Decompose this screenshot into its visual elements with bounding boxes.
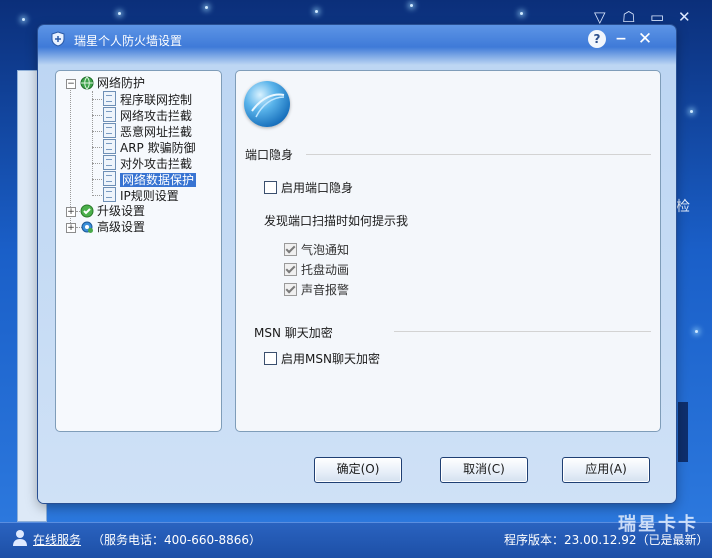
sound-alarm-checkbox[interactable]: 声音报警 [284,281,349,298]
bg-minimize-icon[interactable]: ▭ [650,8,664,26]
section-divider [394,331,651,332]
expand-toggle[interactable]: + [66,207,76,217]
settings-content-panel: 端口隐身 启用端口隐身 发现端口扫描时如何提示我 气泡通知 托盘动画 声音报警 … [235,70,661,432]
msn-encryption-section-title: MSN 聊天加密 [254,326,333,340]
tray-animation-checkbox[interactable]: 托盘动画 [284,261,349,278]
section-divider [306,154,651,155]
tree-item-advanced-settings[interactable]: 高级设置 [80,219,145,235]
bg-right-bar [678,402,688,462]
service-phone: （服务电话：400-660-8866） [92,533,262,547]
network-globe-icon [80,76,94,94]
tree-item-label: 升级设置 [97,204,146,218]
settings-tree: − 网络防护 程序联网控制 网络攻击拦截 恶意网址拦截 ARP 欺骗防御 对外攻… [56,71,221,431]
tree-item-label: 高级设置 [97,220,146,234]
tree-item-arp-defense[interactable]: ARP 欺骗防御 [103,139,196,155]
enable-msn-encryption-checkbox[interactable]: 启用MSN聊天加密 [264,350,380,367]
document-icon [103,123,116,138]
tree-item-label: 对外攻击拦截 [120,157,193,171]
tree-item-malicious-url-block[interactable]: 恶意网址拦截 [103,123,192,139]
tree-item-label: 网络防护 [97,76,146,90]
checkbox-box-checked [284,263,297,276]
close-button[interactable]: ✕ [636,30,654,48]
document-icon [103,187,116,202]
document-icon [103,139,116,154]
enable-port-stealth-checkbox[interactable]: 启用端口隐身 [264,179,353,196]
bg-menu-icon[interactable]: ▽ [594,8,606,26]
user-icon [12,529,28,550]
tree-item-label-selected: 网络数据保护 [120,173,197,187]
collapse-toggle[interactable]: − [66,79,76,89]
tree-item-network-attack-block[interactable]: 网络攻击拦截 [103,107,192,123]
bg-right-partial-text: 检 [676,199,690,215]
checkbox-label: 启用端口隐身 [281,181,354,195]
bg-close-icon[interactable]: ✕ [678,8,691,26]
checkbox-label: 气泡通知 [301,243,350,257]
checkbox-label: 声音报警 [301,283,350,297]
dialog-title: 瑞星个人防火墙设置 [74,34,183,48]
online-service-link[interactable]: 在线服务 [33,531,81,548]
port-stealth-section-title: 端口隐身 [245,148,294,162]
tree-item-program-network-control[interactable]: 程序联网控制 [103,91,192,107]
settings-dialog: 瑞星个人防火墙设置 ? − ✕ − 网络防护 程序联网控制 网络攻击拦截 恶意网… [38,25,676,503]
bg-skin-icon[interactable]: ☖ [622,8,635,26]
checkbox-label: 托盘动画 [301,263,350,277]
status-bar: 在线服务 （服务电话：400-660-8866） 程序版本：23.00.12.9… [0,522,712,558]
tree-item-label: 恶意网址拦截 [120,125,193,139]
help-button[interactable]: ? [588,30,606,48]
firewall-shield-icon [50,31,66,47]
tree-item-upgrade-settings[interactable]: 升级设置 [80,203,145,219]
document-icon [103,155,116,170]
dialog-titlebar[interactable]: 瑞星个人防火墙设置 ? − ✕ [38,25,676,55]
expand-toggle[interactable]: + [66,223,76,233]
gear-icon [80,220,94,238]
checkbox-label: 启用MSN聊天加密 [281,352,380,366]
cancel-button[interactable]: 取消(C) [440,457,528,483]
document-icon [103,107,116,122]
globe-icon [244,81,290,127]
settings-tree-panel: − 网络防护 程序联网控制 网络攻击拦截 恶意网址拦截 ARP 欺骗防御 对外攻… [55,70,222,432]
tree-item-network-protection[interactable]: 网络防护 [80,75,145,91]
tree-item-label: 程序联网控制 [120,93,193,107]
document-icon [103,91,116,106]
tree-item-label: ARP 欺骗防御 [120,141,196,155]
tree-item-outbound-attack-block[interactable]: 对外攻击拦截 [103,155,192,171]
document-icon [103,171,116,186]
bubble-notification-checkbox[interactable]: 气泡通知 [284,241,349,258]
ok-button[interactable]: 确定(O) [314,457,402,483]
apply-button[interactable]: 应用(A) [562,457,650,483]
checkbox-box-checked [284,243,297,256]
port-scan-prompt-title: 发现端口扫描时如何提示我 [264,214,409,228]
watermark: 瑞星卡卡 [618,514,698,535]
checkbox-box-checked [284,283,297,296]
checkbox-box [264,352,277,365]
tree-item-network-data-protection[interactable]: 网络数据保护 [103,171,197,187]
tree-item-label: 网络攻击拦截 [120,109,193,123]
tree-item-label: IP规则设置 [120,189,179,203]
checkbox-box [264,181,277,194]
tree-item-ip-rules[interactable]: IP规则设置 [103,187,179,203]
minimize-button[interactable]: − [612,30,630,48]
